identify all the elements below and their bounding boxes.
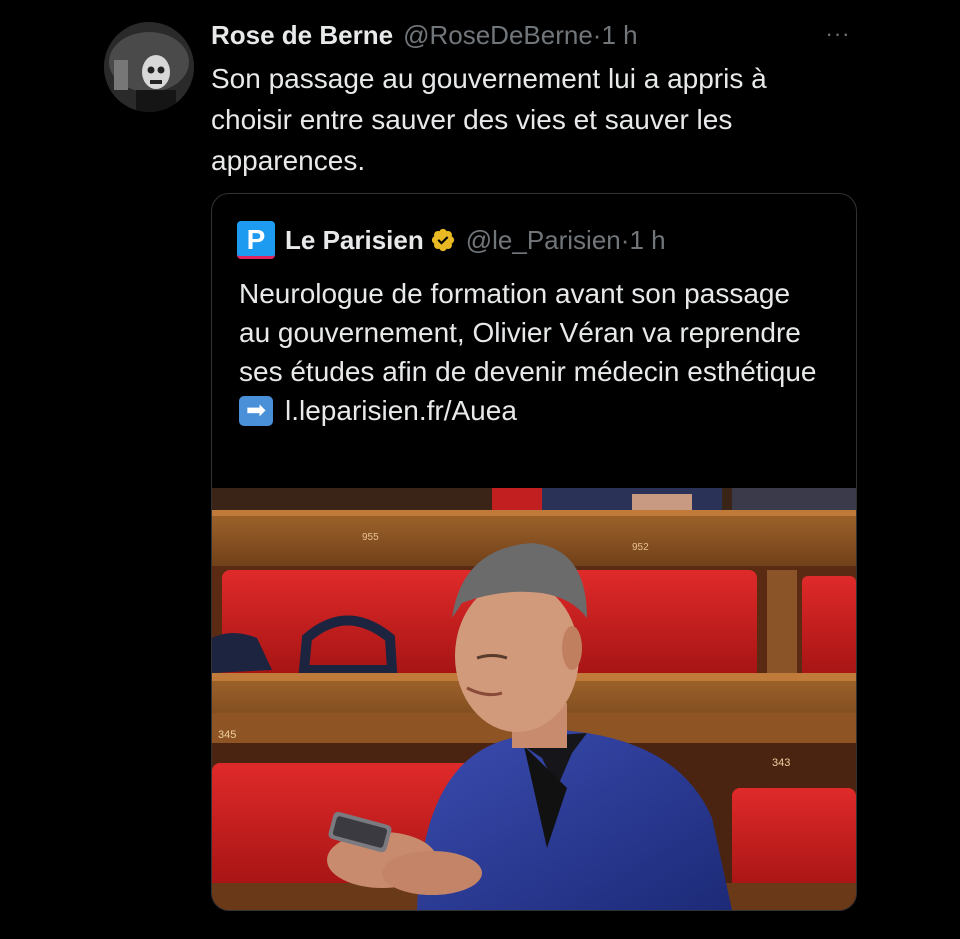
quoted-tweet-photo[interactable]: 955 952 345 343: [212, 488, 856, 910]
le-parisien-logo[interactable]: P: [237, 221, 275, 259]
seat-number-label: 952: [632, 542, 649, 553]
photo-image: 955 952 345 343: [212, 488, 856, 910]
brand-logo-letter: P: [246, 224, 266, 255]
quoted-handle[interactable]: @le_Parisien: [466, 225, 621, 255]
quoted-tweet-header: P Le Parisien @le_Parisien·1 h: [237, 221, 666, 259]
author-handle-time: @RoseDeBerne·1 h: [403, 20, 638, 51]
verified-badge-icon: [431, 228, 454, 252]
author-display-name[interactable]: Rose de Berne: [211, 20, 393, 51]
author-avatar[interactable]: [104, 22, 194, 112]
more-options-button[interactable]: ···: [818, 20, 858, 50]
quoted-handle-time: @le_Parisien·1 h: [466, 225, 666, 256]
tweet-time[interactable]: 1 h: [601, 20, 637, 50]
quoted-link-row: ➡ l.leparisien.fr/Auea: [239, 391, 819, 430]
tweet-header: Rose de Berne @RoseDeBerne·1 h: [211, 20, 638, 54]
seat-number-label: 345: [218, 729, 236, 741]
seat-number-label: 343: [772, 757, 790, 769]
quoted-display-name[interactable]: Le Parisien: [285, 225, 424, 256]
tweet-text: Son passage au gouvernement lui a appris…: [211, 63, 767, 176]
quoted-tweet-body: Neurologue de formation avant son passag…: [239, 274, 819, 430]
quoted-tweet-card[interactable]: P Le Parisien @le_Parisien·1 h Neurologu…: [211, 193, 857, 911]
author-handle[interactable]: @RoseDeBerne: [403, 20, 593, 50]
quoted-tweet-text: Neurologue de formation avant son passag…: [239, 278, 817, 387]
avatar-image: [104, 22, 194, 112]
seat-number-label: 955: [362, 532, 379, 543]
quoted-time[interactable]: 1 h: [629, 225, 665, 255]
quoted-link[interactable]: l.leparisien.fr/Auea: [285, 391, 517, 430]
arrow-right-icon: ➡: [239, 395, 273, 426]
more-horizontal-icon: ···: [825, 21, 851, 46]
